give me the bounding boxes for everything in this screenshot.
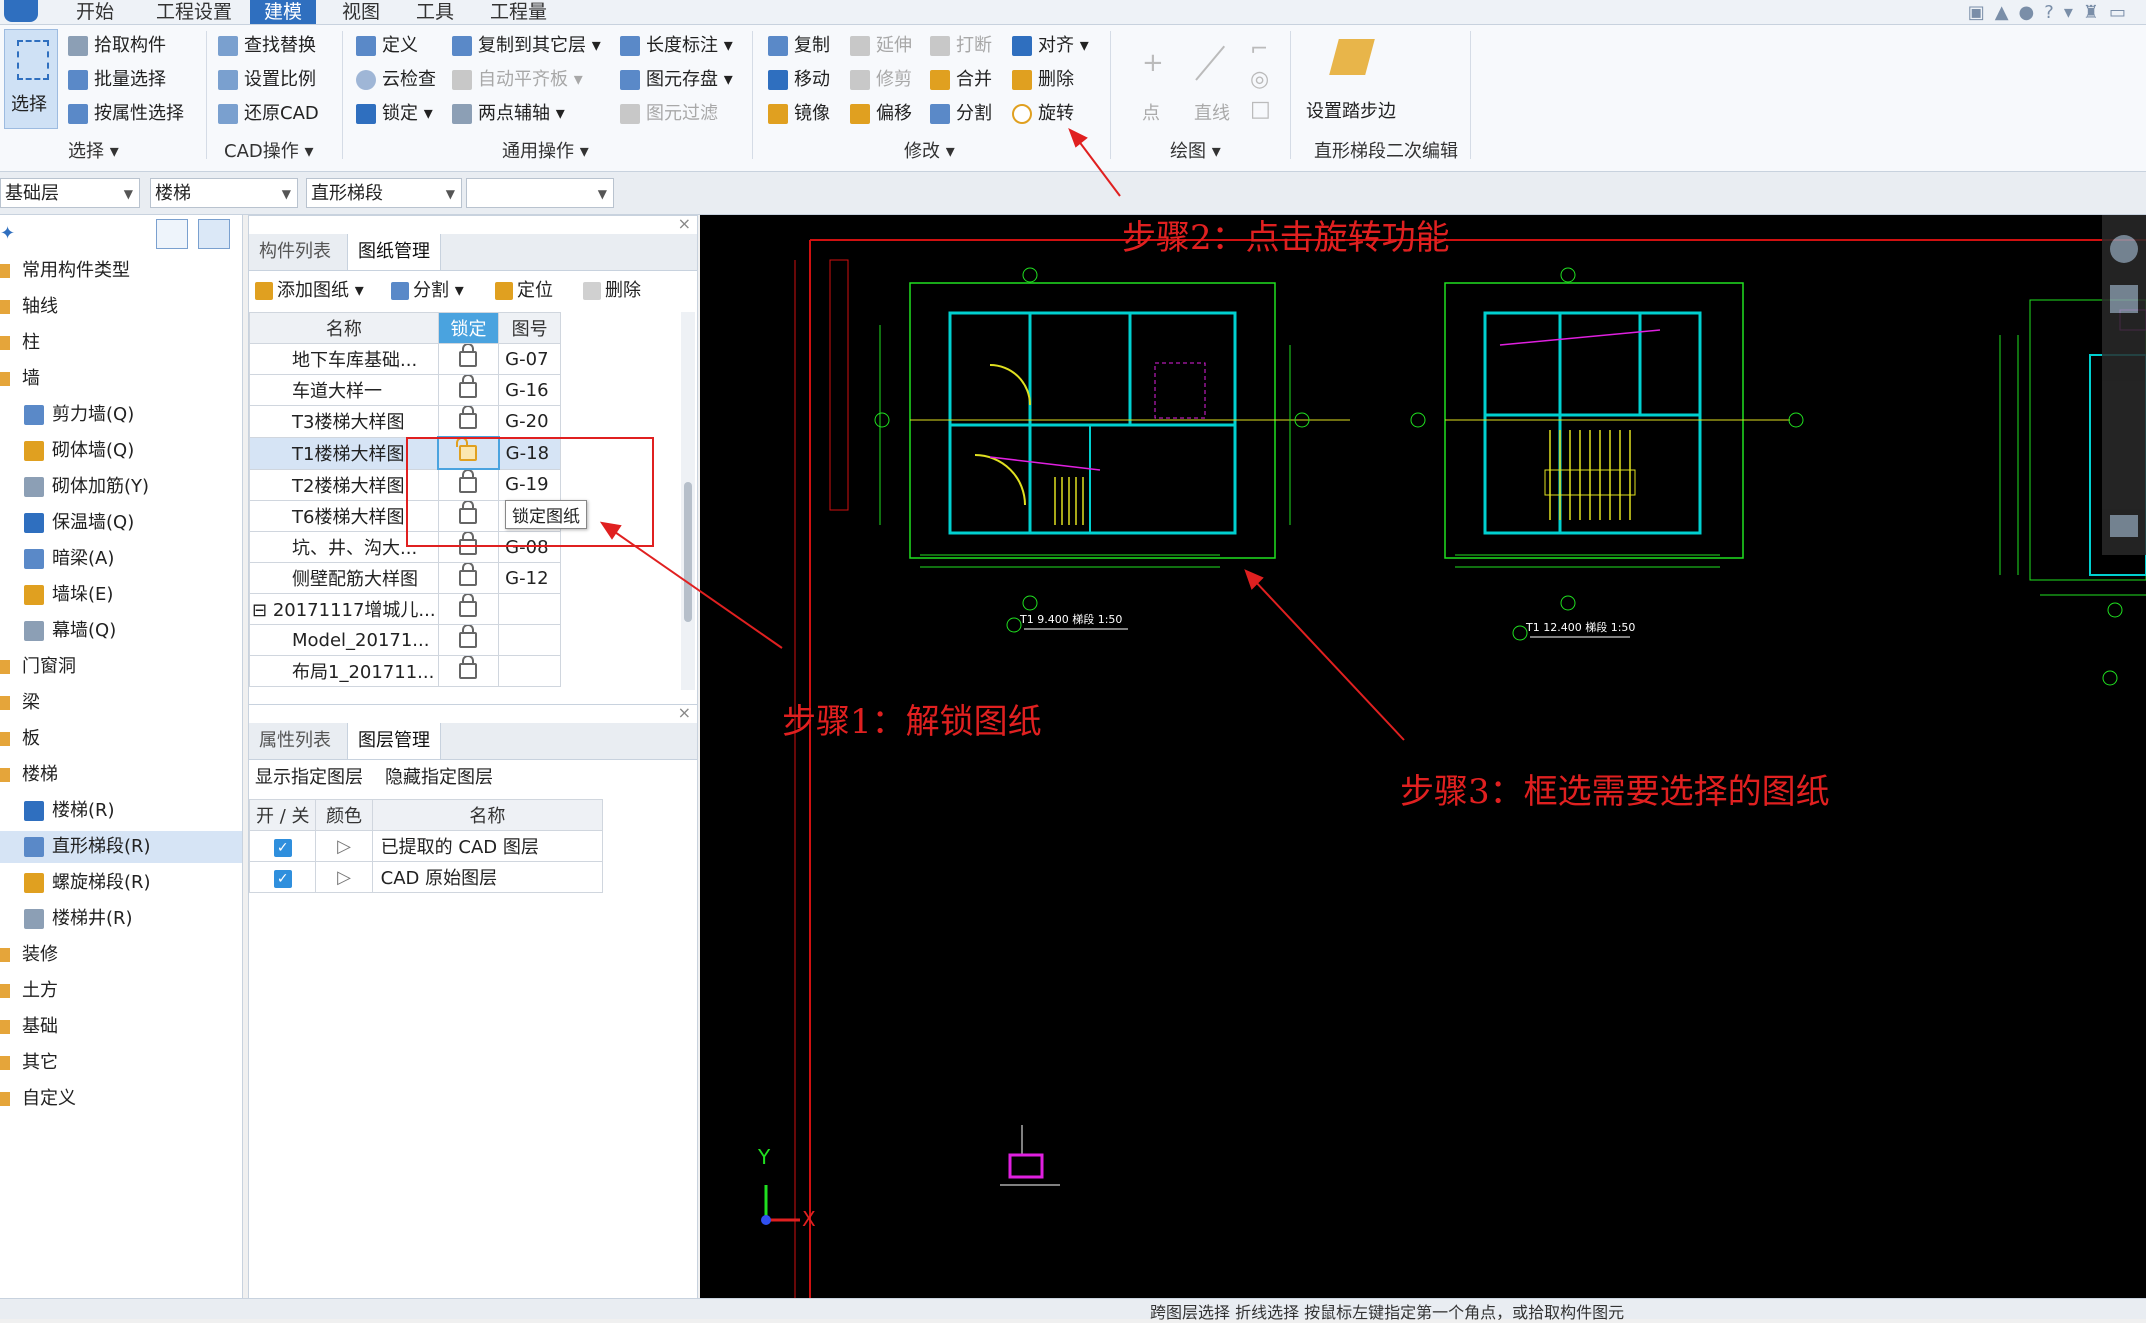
status-text: 跨图层选择 折线选择 按鼠标左键指定第一个角点，或拾取构件图元: [1150, 1303, 1625, 1322]
step2-annotation: 步骤2：点击旋转功能: [1122, 218, 1450, 258]
step1-annotation: 步骤1：解锁图纸: [782, 702, 1042, 742]
step3-annotation: 步骤3：框选需要选择的图纸: [1400, 772, 1830, 812]
annotation-arrows: [599, 127, 1405, 741]
status-bar: 跨图层选择 折线选择 按鼠标左键指定第一个角点，或拾取构件图元: [0, 1298, 2146, 1322]
